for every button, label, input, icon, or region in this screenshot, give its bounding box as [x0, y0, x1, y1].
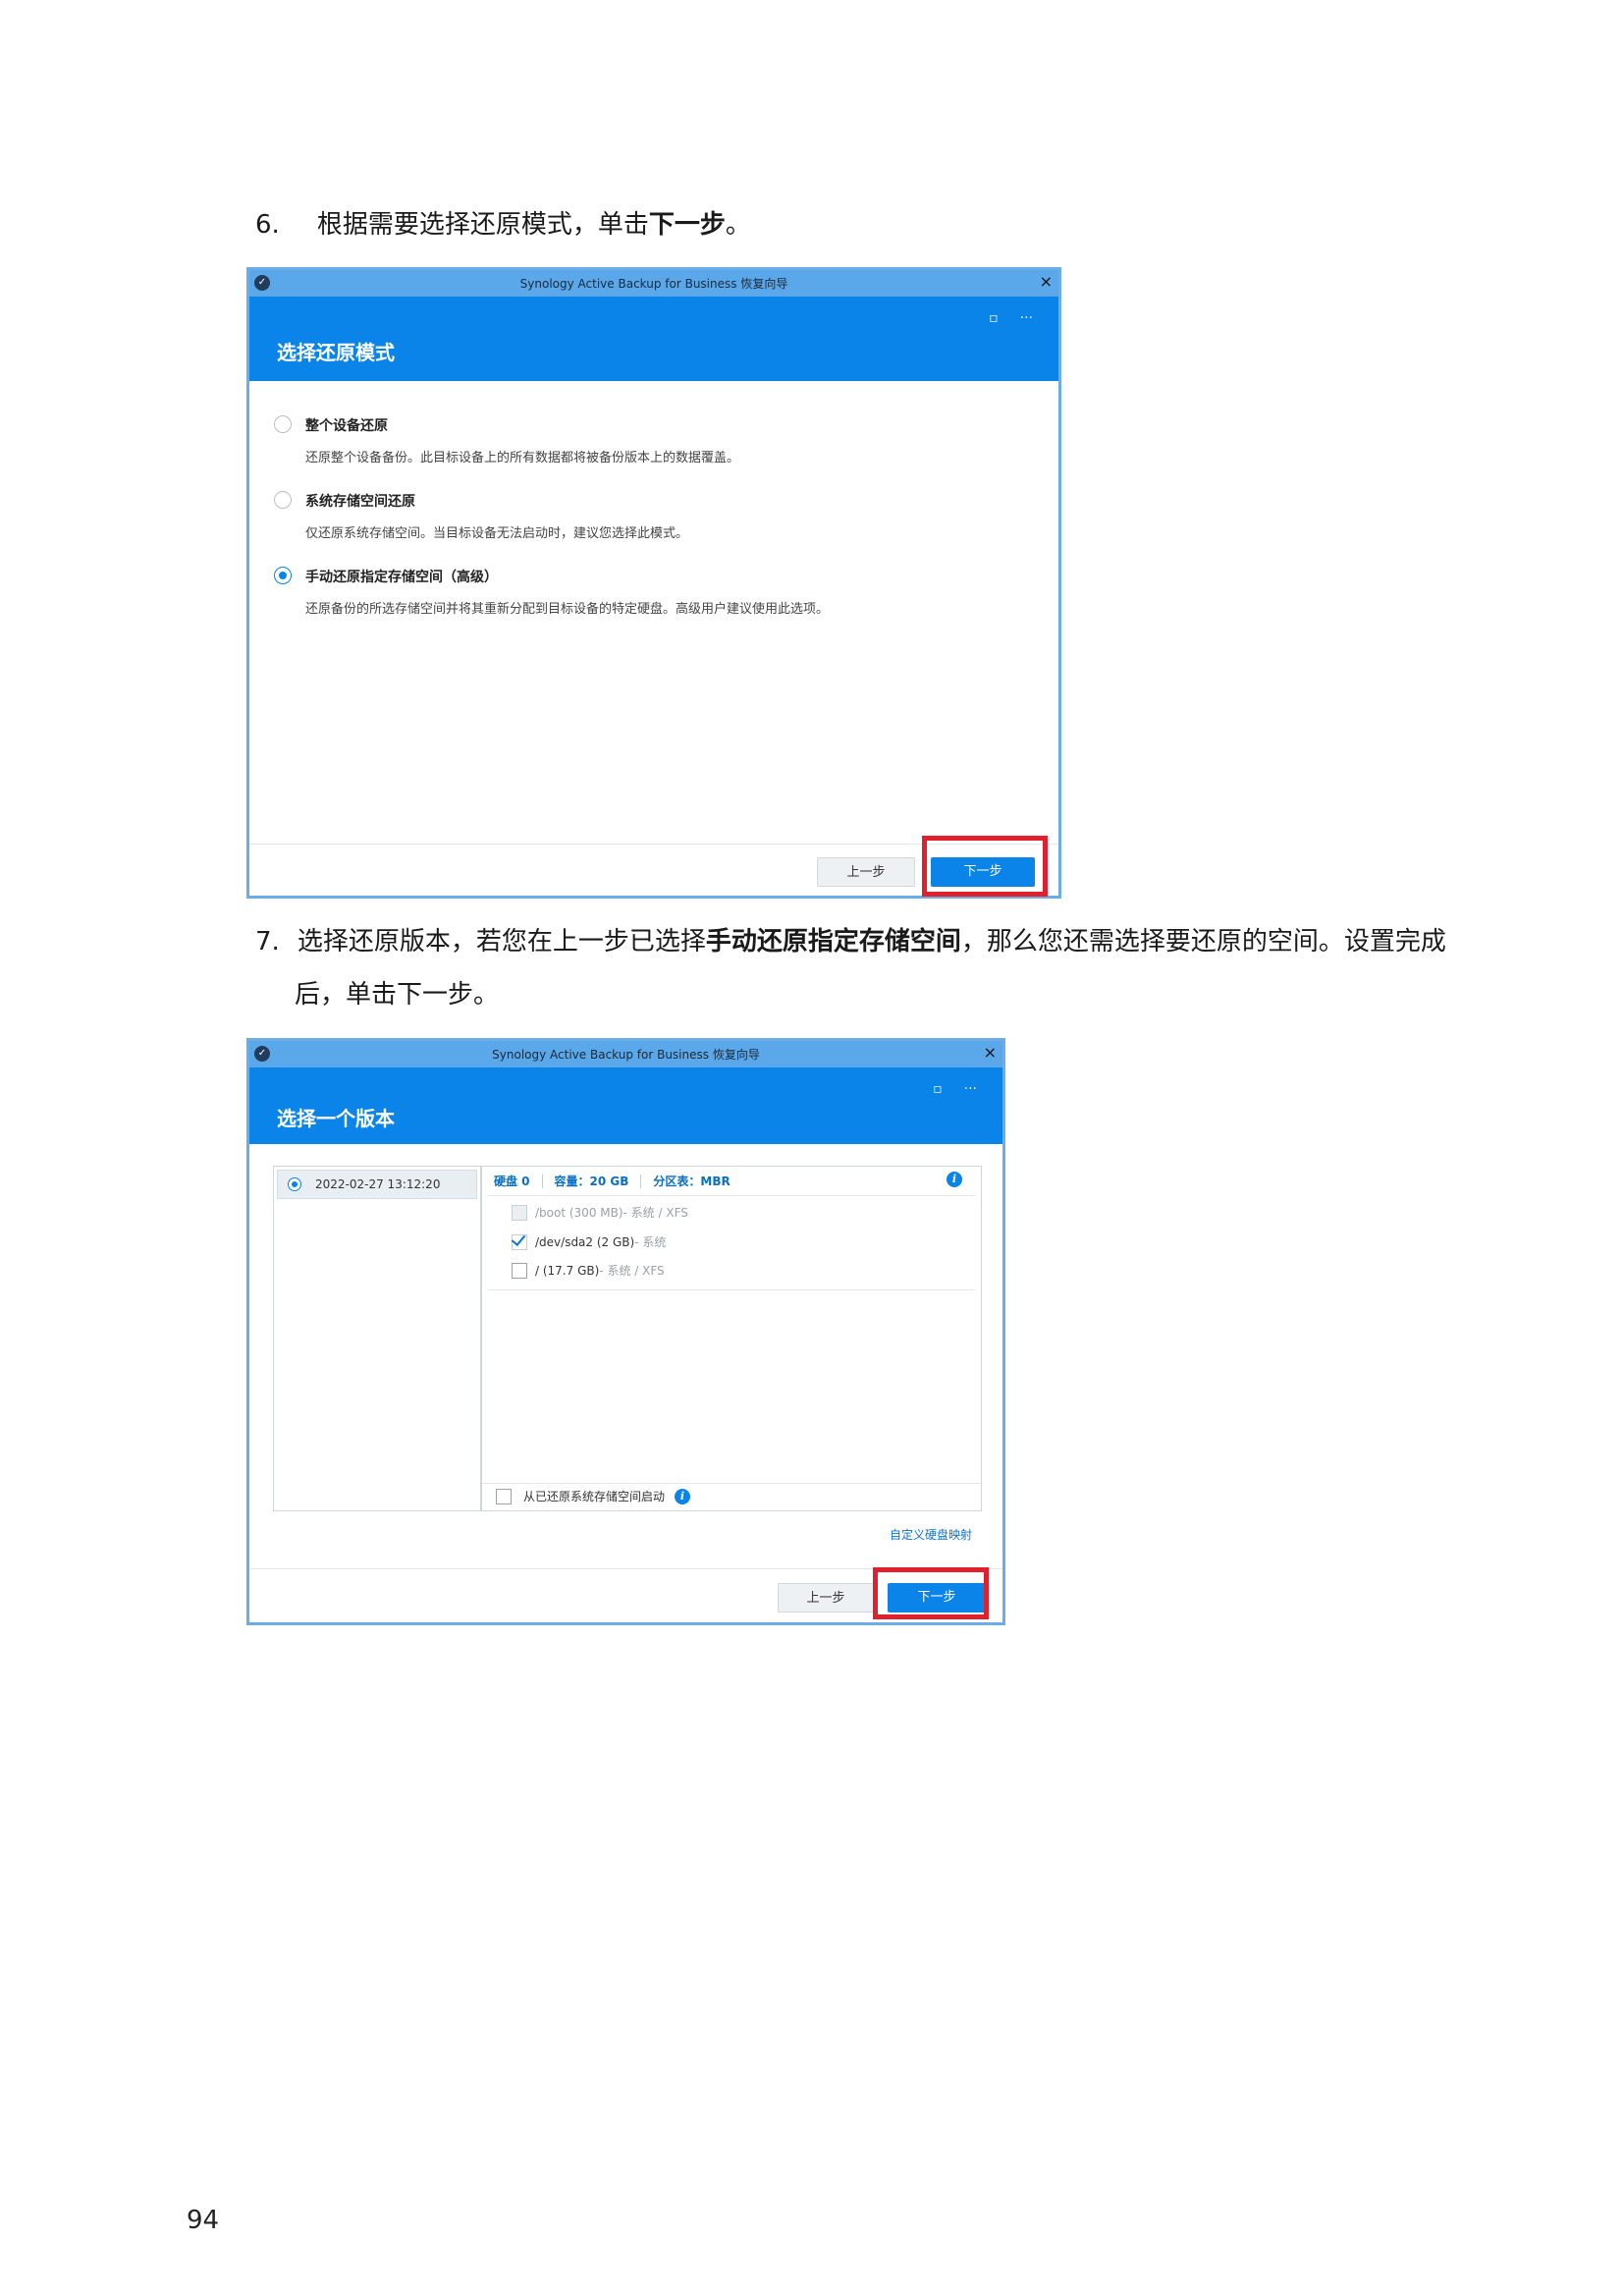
radio-button[interactable]: [274, 491, 292, 509]
checkbox[interactable]: [512, 1262, 527, 1279]
checkbox[interactable]: [512, 1204, 527, 1221]
option-label: 整个设备还原: [305, 418, 388, 434]
option-label: 手动还原指定存储空间（高级）: [305, 570, 498, 585]
partition-name: / (17.7 GB): [535, 1263, 600, 1278]
step-number: 6.: [255, 210, 280, 240]
version-list: 2022-02-27 13:12:20: [273, 1166, 481, 1511]
partition-detail: - 系统 / XFS: [623, 1206, 688, 1220]
panel-divider: [488, 1195, 975, 1196]
window-mode-icon[interactable]: ▫: [989, 310, 999, 326]
step-bold-text: 下一步: [648, 210, 726, 240]
dialog-header: ▫ ··· 选择一个版本: [249, 1067, 1002, 1144]
restore-mode-dialog: ✓ Synology Active Backup for Business 恢复…: [246, 267, 1061, 899]
info-icon[interactable]: i: [947, 1172, 962, 1187]
option-label: 系统存储空间还原: [305, 494, 415, 510]
version-item[interactable]: 2022-02-27 13:12:20: [277, 1170, 477, 1199]
dialog-title: 选择一个版本: [277, 1107, 395, 1130]
step-7-instruction-line2: 后，单击下一步。: [295, 980, 500, 1010]
step-text-end: 。: [725, 210, 751, 240]
info-icon[interactable]: i: [675, 1488, 691, 1504]
boot-option-label: 从已还原系统存储空间启动: [523, 1490, 666, 1503]
step-6-instruction: 6. 根据需要选择还原模式，单击下一步。: [255, 198, 751, 251]
disk-capacity: 容量：20 GB: [554, 1175, 629, 1188]
close-icon[interactable]: ×: [984, 1043, 997, 1062]
app-logo-icon: ✓: [254, 1046, 270, 1062]
step-text: 选择还原版本，若您在上一步已选择: [297, 927, 706, 957]
select-version-dialog: ✓ Synology Active Backup for Business 恢复…: [246, 1038, 1005, 1625]
partition-row[interactable]: /boot (300 MB) - 系统 / XFS: [512, 1204, 688, 1221]
step-number: 7.: [255, 927, 280, 957]
highlight-box: [873, 1567, 989, 1619]
window-titlebar: ✓ Synology Active Backup for Business 恢复…: [249, 270, 1058, 297]
partition-table: 分区表：MBR: [653, 1175, 731, 1188]
previous-button[interactable]: 上一步: [817, 857, 915, 887]
radio-button-selected[interactable]: [274, 567, 292, 584]
dialog-title: 选择还原模式: [277, 341, 395, 364]
highlight-box: [922, 836, 1048, 897]
window-title: Synology Active Backup for Business 恢复向导: [492, 1048, 760, 1062]
partition-detail: - 系统: [634, 1235, 667, 1249]
radio-button-selected[interactable]: [288, 1177, 301, 1191]
window-title: Synology Active Backup for Business 恢复向导: [519, 277, 788, 291]
disk-panel: 硬盘 0 容量：20 GB 分区表：MBR i /boot (300 MB) -…: [481, 1166, 982, 1511]
option-description: 还原备份的所选存储空间并将其重新分配到目标设备的特定硬盘。高级用户建议使用此选项…: [305, 602, 830, 617]
disk-label: 硬盘 0: [494, 1175, 530, 1188]
boot-option-divider: [482, 1483, 981, 1484]
partition-name: /boot (300 MB): [535, 1205, 623, 1220]
partition-list-divider: [488, 1289, 975, 1290]
close-icon[interactable]: ×: [1040, 272, 1053, 291]
step-7-instruction: 7. 选择还原版本，若您在上一步已选择手动还原指定存储空间，那么您还需选择要还原的…: [255, 915, 1446, 968]
dialog-header: ▫ ··· 选择还原模式: [249, 297, 1058, 381]
more-options-icon[interactable]: ···: [1020, 310, 1033, 326]
separator: [541, 1174, 543, 1188]
version-timestamp: 2022-02-27 13:12:20: [315, 1177, 441, 1191]
step-text: 根据需要选择还原模式，单击: [316, 210, 649, 240]
app-logo-icon: ✓: [254, 275, 270, 291]
radio-button[interactable]: [274, 415, 292, 433]
partition-row[interactable]: / (17.7 GB) - 系统 / XFS: [512, 1262, 665, 1279]
partition-detail: - 系统 / XFS: [599, 1264, 665, 1278]
step-text-end: ，那么您还需选择要还原的空间。设置完成: [960, 927, 1446, 957]
checkbox-checked[interactable]: [512, 1233, 527, 1250]
option-description: 仅还原系统存储空间。当目标设备无法启动时，建议您选择此模式。: [305, 526, 689, 541]
separator: [640, 1174, 642, 1188]
partition-name: /dev/sda2 (2 GB): [535, 1234, 635, 1249]
boot-option-row[interactable]: 从已还原系统存储空间启动 i: [496, 1488, 691, 1504]
window-titlebar: ✓ Synology Active Backup for Business 恢复…: [249, 1041, 1002, 1067]
window-mode-icon[interactable]: ▫: [933, 1081, 943, 1097]
step-bold-text: 手动还原指定存储空间: [705, 927, 961, 957]
more-options-icon[interactable]: ···: [964, 1081, 977, 1097]
previous-button[interactable]: 上一步: [778, 1583, 874, 1613]
custom-disk-mapping-link[interactable]: 自定义硬盘映射: [890, 1526, 972, 1543]
option-description: 还原整个设备备份。此目标设备上的所有数据都将被备份版本上的数据覆盖。: [305, 451, 740, 465]
page-number: 94: [187, 2206, 220, 2235]
disk-summary: 硬盘 0 容量：20 GB 分区表：MBR: [494, 1173, 731, 1189]
checkbox[interactable]: [496, 1488, 512, 1504]
partition-row[interactable]: /dev/sda2 (2 GB) - 系统: [512, 1233, 666, 1250]
